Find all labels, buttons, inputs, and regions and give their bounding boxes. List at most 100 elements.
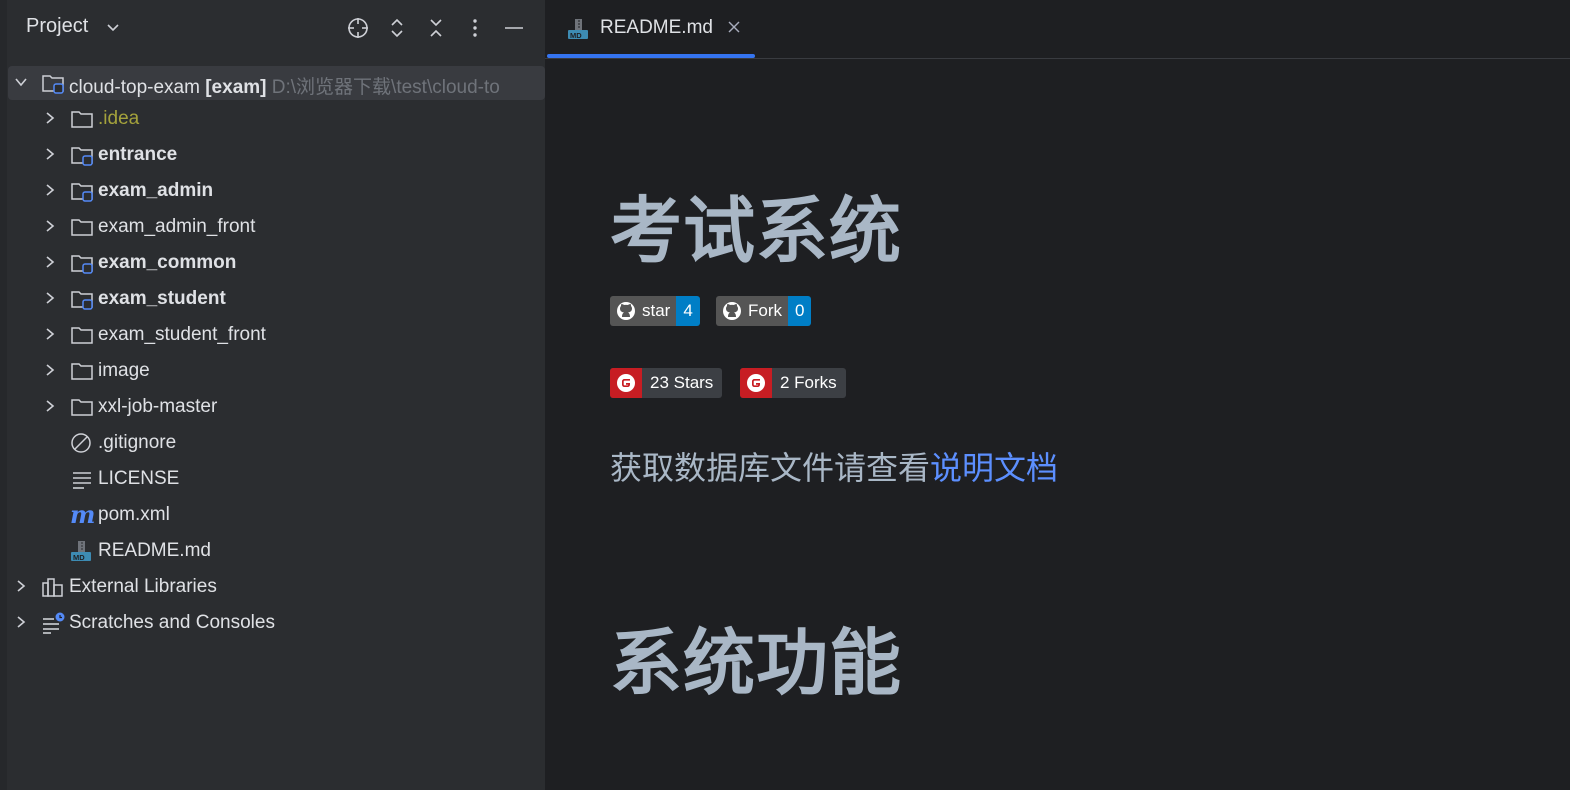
tree-item-label: .gitignore bbox=[98, 432, 177, 453]
chevron-down-icon[interactable] bbox=[106, 20, 120, 34]
locate-icon[interactable] bbox=[346, 16, 370, 40]
tree-item-label: entrance bbox=[98, 144, 178, 165]
tab-readme[interactable]: MD README.md bbox=[547, 0, 757, 58]
chevron-right-icon[interactable] bbox=[43, 399, 57, 413]
collapse-all-icon[interactable] bbox=[424, 16, 448, 40]
tree-item-scratches[interactable]: Scratches and Consoles bbox=[8, 606, 545, 640]
close-icon[interactable] bbox=[727, 20, 741, 34]
hide-panel-icon[interactable] bbox=[502, 16, 526, 40]
github-star-badge[interactable]: star 4 bbox=[610, 296, 700, 326]
tree-item-label: exam_student_front bbox=[98, 324, 266, 345]
chevron-right-icon[interactable] bbox=[43, 327, 57, 341]
chevron-right-icon[interactable] bbox=[43, 219, 57, 233]
github-fork-badge[interactable]: Fork 0 bbox=[716, 296, 812, 326]
tool-window-stripe bbox=[0, 0, 7, 790]
svg-text:MD: MD bbox=[73, 553, 85, 562]
text-file-icon bbox=[73, 472, 91, 489]
active-tab-indicator bbox=[547, 54, 755, 58]
tree-item-image[interactable]: image bbox=[8, 354, 545, 388]
chevron-down-icon[interactable] bbox=[14, 75, 28, 89]
more-options-icon[interactable] bbox=[463, 16, 487, 40]
gitee-icon bbox=[740, 368, 772, 398]
github-fork-count: 0 bbox=[795, 301, 805, 320]
github-star-count: 4 bbox=[683, 301, 693, 320]
tree-item-exam-admin-front[interactable]: exam_admin_front bbox=[8, 210, 545, 244]
svg-text:MD: MD bbox=[570, 31, 582, 40]
tab-label: README.md bbox=[600, 17, 713, 38]
tree-item-label: External Libraries bbox=[69, 576, 217, 597]
folder-icon bbox=[71, 399, 93, 416]
chevron-right-icon[interactable] bbox=[14, 615, 28, 629]
editor-panel: MD README.md 考试系统 star 4 Fork 0 23 Stars bbox=[545, 0, 1570, 790]
markdown-icon: MD bbox=[71, 541, 91, 562]
library-icon bbox=[42, 578, 63, 597]
chevron-right-icon[interactable] bbox=[43, 255, 57, 269]
tree-item-external-libraries[interactable]: External Libraries bbox=[8, 570, 545, 604]
tree-item-pom-xml[interactable]: m pom.xml bbox=[8, 498, 545, 532]
module-folder-icon bbox=[71, 255, 93, 274]
gitee-forks-badge[interactable]: 2 Forks bbox=[740, 368, 846, 398]
tree-item-gitignore[interactable]: .gitignore bbox=[8, 426, 545, 460]
tree-item-label: exam_student bbox=[98, 288, 226, 309]
tree-item-exam-student[interactable]: exam_student bbox=[8, 282, 545, 316]
gitee-forks-label: 2 Forks bbox=[780, 373, 837, 392]
tree-item-label: pom.xml bbox=[98, 504, 170, 525]
module-folder-icon bbox=[42, 75, 64, 94]
tree-item-exam-common[interactable]: exam_common bbox=[8, 246, 545, 280]
folder-icon bbox=[71, 327, 93, 344]
project-panel: Project cloud-top-exam [exam] D:\浏览器下载\t… bbox=[0, 0, 545, 790]
maven-icon: m bbox=[70, 500, 96, 529]
tree-item-idea[interactable]: .idea bbox=[8, 102, 545, 136]
editor-tab-bar: MD README.md bbox=[545, 0, 1570, 59]
chevron-right-icon[interactable] bbox=[43, 363, 57, 377]
github-icon bbox=[723, 302, 741, 320]
tree-item-exam-admin[interactable]: exam_admin bbox=[8, 174, 545, 208]
module-folder-icon bbox=[71, 291, 93, 310]
root-project-name: cloud-top-exam bbox=[69, 77, 200, 98]
github-fork-label: Fork bbox=[748, 301, 782, 320]
tree-item-label: LICENSE bbox=[98, 468, 180, 489]
scratches-icon bbox=[43, 612, 65, 634]
project-panel-header: Project bbox=[0, 0, 545, 56]
chevron-right-icon[interactable] bbox=[43, 183, 57, 197]
folder-icon bbox=[71, 111, 93, 128]
tree-item-root[interactable]: cloud-top-exam [exam] D:\浏览器下载\test\clou… bbox=[8, 66, 545, 100]
tree-item-readme[interactable]: MD README.md bbox=[8, 534, 545, 568]
project-panel-title[interactable]: Project bbox=[26, 15, 88, 38]
module-folder-icon bbox=[71, 147, 93, 166]
folder-icon bbox=[71, 219, 93, 236]
heading-title: 考试系统 bbox=[610, 192, 903, 272]
chevron-right-icon[interactable] bbox=[43, 111, 57, 125]
expand-all-icon[interactable] bbox=[385, 16, 409, 40]
github-icon bbox=[617, 302, 635, 320]
chevron-right-icon[interactable] bbox=[43, 291, 57, 305]
tree-item-label: exam_admin bbox=[98, 180, 214, 201]
root-project-path: D:\浏览器下载\test\cloud-to bbox=[271, 77, 500, 98]
tree-item-label: image bbox=[98, 360, 150, 381]
github-star-label: star bbox=[642, 301, 671, 320]
paragraph: 获取数据库文件请查看说明文档 bbox=[610, 443, 1058, 489]
tree-item-label: exam_admin_front bbox=[98, 216, 256, 237]
tree-item-label: xxl-job-master bbox=[98, 396, 218, 417]
docs-link[interactable]: 说明文档 bbox=[930, 450, 1058, 486]
gitee-stars-label: 23 Stars bbox=[650, 373, 714, 392]
ignore-file-icon bbox=[71, 433, 91, 453]
folder-icon bbox=[71, 363, 93, 380]
chevron-right-icon[interactable] bbox=[43, 147, 57, 161]
tree-item-label: exam_common bbox=[98, 252, 237, 273]
root-module-name: [exam] bbox=[205, 77, 267, 98]
tree-item-exam-student-front[interactable]: exam_student_front bbox=[8, 318, 545, 352]
markdown-icon: MD bbox=[568, 19, 588, 40]
tree-item-license[interactable]: LICENSE bbox=[8, 462, 545, 496]
gitee-stars-badge[interactable]: 23 Stars bbox=[610, 368, 723, 398]
tree-item-label: README.md bbox=[98, 540, 211, 561]
tree-item-xxl-job-master[interactable]: xxl-job-master bbox=[8, 390, 545, 424]
paragraph-text: 获取数据库文件请查看 bbox=[610, 450, 931, 486]
tree-item-label: Scratches and Consoles bbox=[69, 612, 275, 633]
tree-item-entrance[interactable]: entrance bbox=[8, 138, 545, 172]
tree-item-label: .idea bbox=[98, 108, 140, 129]
module-folder-icon bbox=[71, 183, 93, 202]
heading-features: 系统功能 bbox=[610, 624, 903, 704]
gitee-icon bbox=[610, 368, 642, 398]
chevron-right-icon[interactable] bbox=[14, 579, 28, 593]
